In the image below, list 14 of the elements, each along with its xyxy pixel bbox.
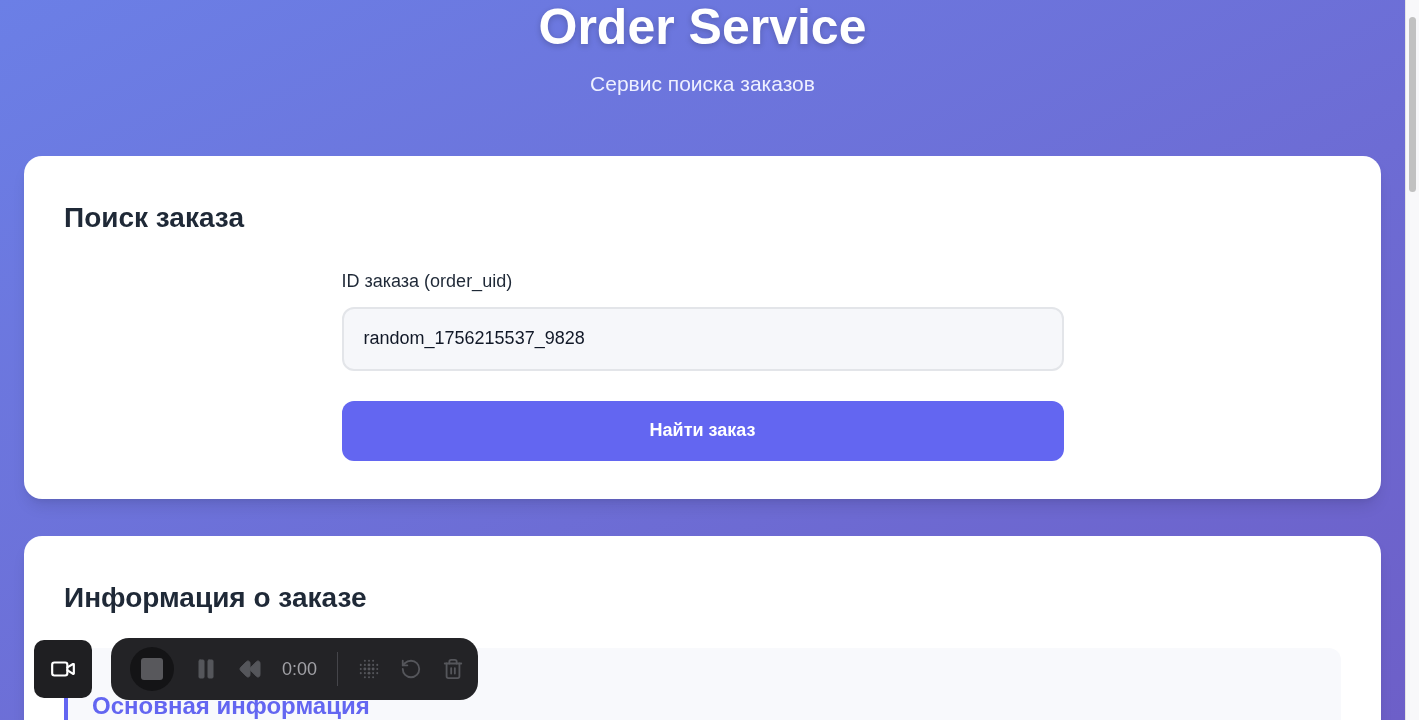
stop-button[interactable] xyxy=(130,647,174,691)
card-title: Поиск заказа xyxy=(64,200,246,235)
order-id-field[interactable]: random_1756215537_9828 xyxy=(341,306,1064,371)
scrollbar[interactable] xyxy=(1405,0,1419,720)
field-label: ID заказа (order_uid) xyxy=(341,269,514,294)
recording-time: 0:00 xyxy=(282,657,318,681)
page-title: Order Service xyxy=(537,0,868,54)
page-subtitle: Сервис поиска заказов xyxy=(589,71,816,97)
find-order-button[interactable]: Найти заказ xyxy=(341,400,1064,461)
card-title: Информация о заказе xyxy=(64,580,368,615)
scrollbar-thumb[interactable] xyxy=(1409,17,1416,192)
section-title: Основная информация xyxy=(92,693,371,718)
stop-icon xyxy=(141,658,163,680)
camera-button[interactable] xyxy=(34,640,92,698)
